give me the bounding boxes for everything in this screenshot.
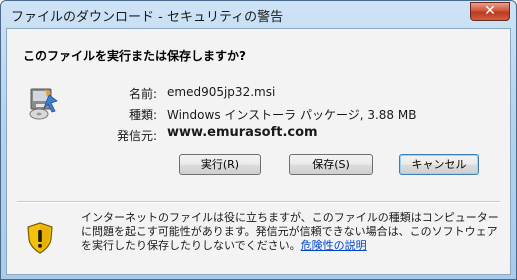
- dialog-body: このファイルを実行または保存しますか? 名前: emed905jp32.msi …: [6, 28, 511, 275]
- run-button[interactable]: 実行(R): [179, 154, 261, 175]
- source-label: 発信元:: [116, 129, 157, 143]
- name-label: 名前:: [128, 87, 157, 101]
- installer-package-icon: [29, 88, 58, 120]
- cancel-button[interactable]: キャンセル: [399, 154, 479, 175]
- source-value: www.emurasoft.com: [167, 125, 318, 140]
- risk-explanation-link[interactable]: 危険性の説明: [301, 239, 367, 252]
- warning-message: インターネットのファイルは役に立ちますが、このファイルの種類はコンピューターに問…: [81, 211, 499, 252]
- security-shield-icon: [27, 222, 53, 254]
- type-value: Windows インストーラ パッケージ, 3.88 MB: [167, 108, 417, 122]
- dialog-question: このファイルを実行または保存しますか?: [23, 49, 246, 63]
- name-value: emed905jp32.msi: [167, 85, 276, 99]
- close-icon: ✕: [484, 3, 496, 19]
- window-title: ファイルのダウンロード - セキュリティの警告: [11, 10, 284, 25]
- close-button[interactable]: ✕: [470, 2, 510, 21]
- title-bar[interactable]: ファイルのダウンロード - セキュリティの警告 ✕: [1, 1, 516, 27]
- security-warning-text: インターネットのファイルは役に立ちますが、このファイルの種類はコンピューターに問…: [81, 211, 507, 253]
- divider: [17, 201, 500, 203]
- type-label: 種類:: [128, 108, 157, 122]
- save-button[interactable]: 保存(S): [289, 154, 373, 175]
- download-dialog-window: ファイルのダウンロード - セキュリティの警告 ✕ このファイルを実行または保存…: [0, 0, 517, 280]
